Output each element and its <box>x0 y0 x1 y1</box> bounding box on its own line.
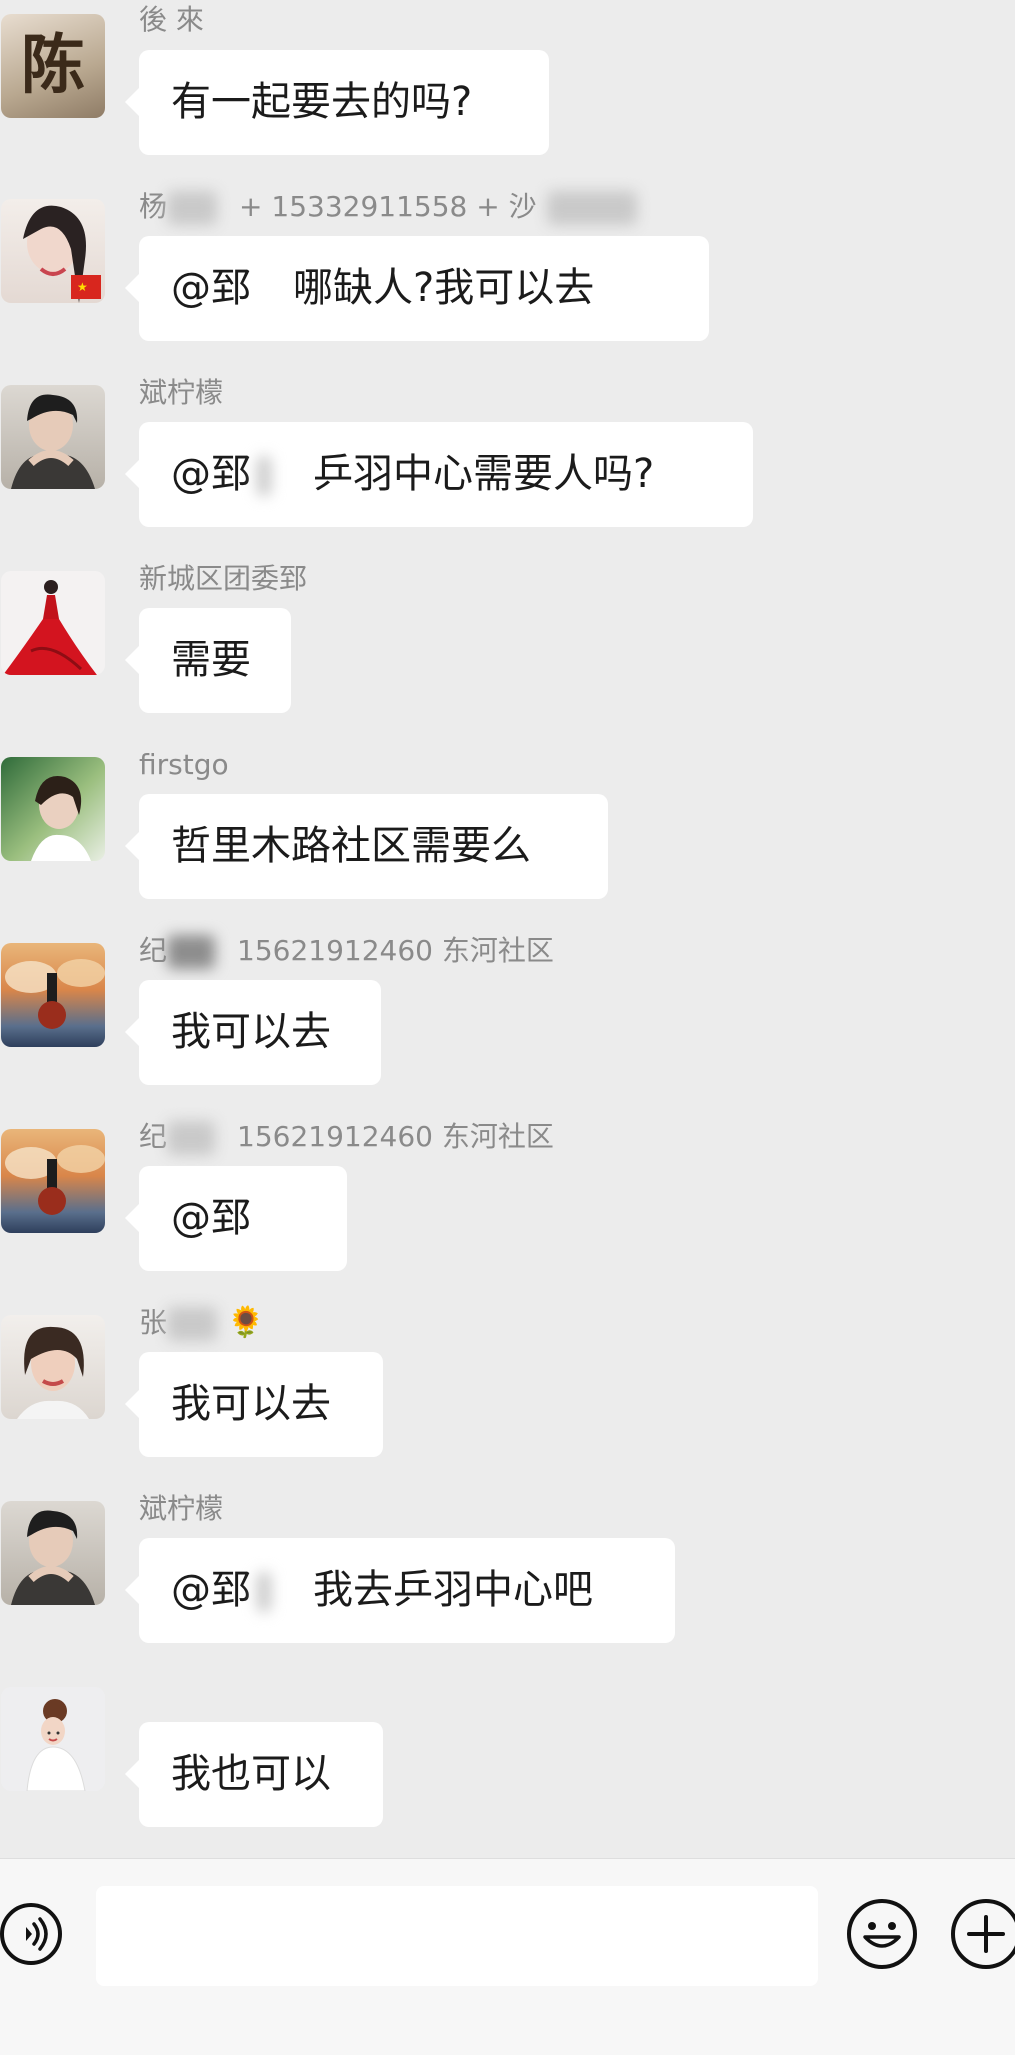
sender-name: 新城区团委郅 <box>139 562 308 595</box>
emoji-button[interactable] <box>847 1899 917 1969</box>
message-text: 有一起要去的吗? <box>171 79 473 125</box>
avatar-image <box>3 580 97 675</box>
avatar-image <box>26 1699 86 1791</box>
message-text: 我可以去 <box>171 1009 331 1055</box>
message-bubble[interactable]: @郅 我去乒羽中心吧 <box>125 1538 675 1643</box>
message-text: 乒羽中心需要人吗? <box>313 451 655 497</box>
mention-text: @郅 <box>171 1195 251 1241</box>
sender-name: 纪 15621912460 东河社区 <box>139 934 554 969</box>
message-bubble[interactable]: 我也可以 <box>125 1722 383 1827</box>
sender-name: 纪 15621912460 东河社区 <box>139 1120 554 1155</box>
avatar-image <box>17 1326 89 1419</box>
message-bubble[interactable]: 我可以去 <box>125 980 381 1085</box>
sender-name: 後 來 <box>139 3 204 36</box>
svg-text:★: ★ <box>77 280 88 294</box>
message-text: 我也可以 <box>171 1751 331 1797</box>
avatar[interactable]: ★ <box>1 199 105 303</box>
redacted-name <box>546 191 637 225</box>
sender-name: firstgo <box>139 748 229 781</box>
message-bubble[interactable]: 有一起要去的吗? <box>125 50 549 155</box>
redacted-name <box>167 1121 216 1155</box>
sender-name: 张 🌻 <box>139 1305 265 1341</box>
avatar[interactable] <box>1 943 105 1047</box>
message-bubble[interactable]: @郅 <box>125 1166 347 1271</box>
mention-text: @郅 <box>171 265 251 311</box>
smiley-icon <box>863 1922 901 1948</box>
message-bubble[interactable]: 我可以去 <box>125 1352 383 1457</box>
message-bubble[interactable]: @郅 哪缺人?我可以去 <box>125 236 709 341</box>
avatar[interactable] <box>1 1687 105 1791</box>
message-input[interactable] <box>96 1886 818 1986</box>
avatar[interactable] <box>1 571 105 675</box>
avatar[interactable] <box>1 1129 105 1233</box>
message-text: 哪缺人?我可以去 <box>293 265 595 311</box>
avatar-image <box>31 776 91 861</box>
redacted-name <box>257 456 271 496</box>
mention-text: @郅 <box>171 1567 251 1613</box>
avatar-image <box>5 959 105 1029</box>
avatar[interactable] <box>1 1315 105 1419</box>
message-text: 我去乒羽中心吧 <box>313 1567 593 1613</box>
message-text: 哲里木路社区需要么 <box>171 823 531 869</box>
voice-button[interactable] <box>0 1903 62 1965</box>
sender-name: 杨 + 15332911558 + 沙 <box>139 187 637 227</box>
message-bubble[interactable]: 需要 <box>125 608 291 713</box>
chat-message-list[interactable]: 陈 後 來 有一起要去的吗? ★ 杨 + 15332911558 + 沙 @郅 哪缺… <box>0 0 1015 1858</box>
sender-name: 斌柠檬 <box>139 1492 224 1525</box>
redacted-name <box>167 191 218 225</box>
message-text: 需要 <box>171 637 251 683</box>
redacted-name <box>257 1572 271 1612</box>
sunflower-icon: 🌻 <box>227 1305 265 1340</box>
avatar[interactable] <box>1 385 105 489</box>
message-bubble[interactable]: @郅 乒羽中心需要人吗? <box>125 422 753 527</box>
redacted-name <box>167 935 216 969</box>
sender-name: 斌柠檬 <box>139 376 224 409</box>
avatar-image <box>5 1145 105 1215</box>
plus-icon <box>967 1915 1005 1953</box>
avatar[interactable]: 陈 <box>1 14 105 118</box>
avatar-image: ★ <box>23 205 101 303</box>
voice-icon <box>26 1917 48 1951</box>
mention-text: @郅 <box>171 451 251 497</box>
message-bubble[interactable]: 哲里木路社区需要么 <box>125 794 608 899</box>
avatar[interactable] <box>1 757 105 861</box>
avatar-logo-text: 陈 <box>21 28 85 103</box>
avatar-image <box>11 1510 95 1605</box>
avatar-image <box>11 394 95 489</box>
more-button[interactable] <box>951 1899 1015 1969</box>
avatar[interactable] <box>1 1501 105 1605</box>
redacted-name <box>167 1307 218 1341</box>
message-text: 我可以去 <box>171 1381 331 1427</box>
